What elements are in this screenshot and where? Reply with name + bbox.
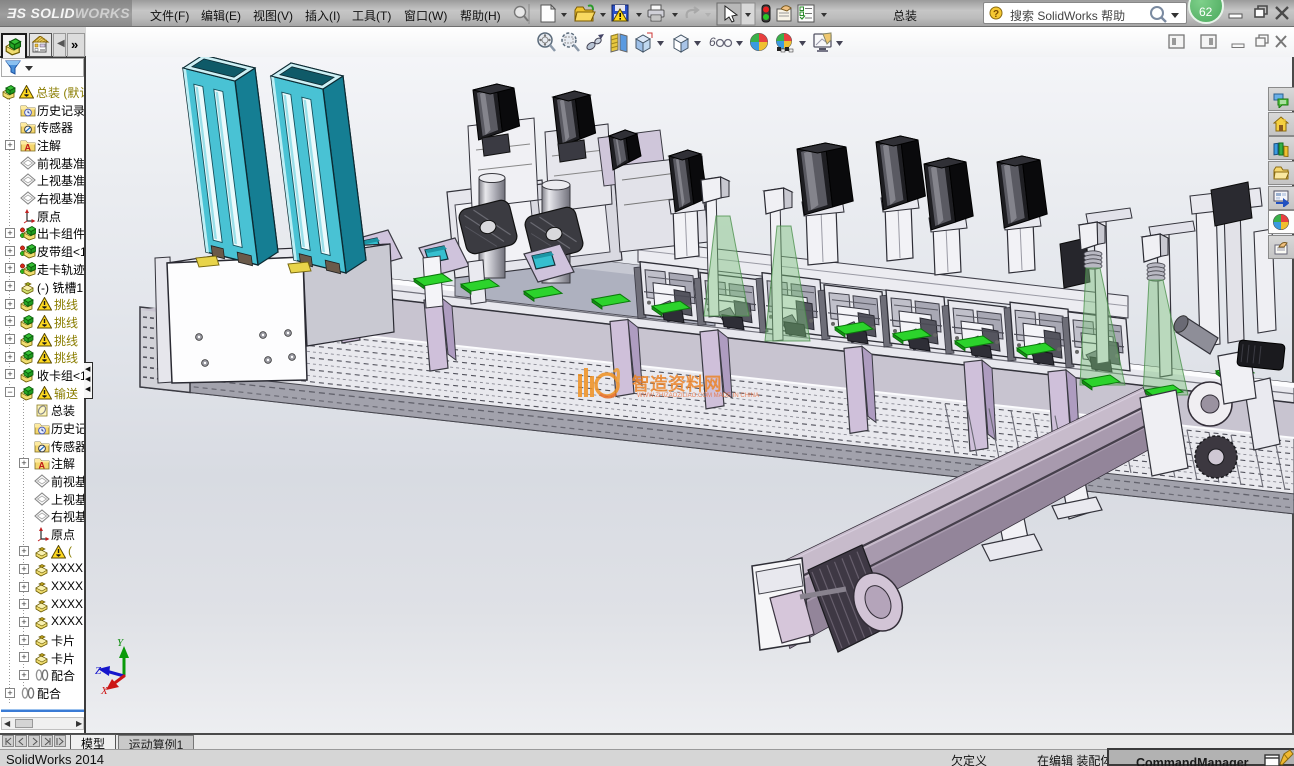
svg-text:智造资料网: 智造资料网: [632, 374, 722, 394]
svg-text:A: A: [25, 143, 32, 153]
svg-text:6: 6: [709, 35, 716, 49]
svg-text:A: A: [39, 461, 46, 471]
svg-text:?: ?: [993, 9, 999, 20]
svg-text:X: X: [100, 685, 109, 697]
svg-text:WWW.ZHIZAOZILIAO.COM MADE IN C: WWW.ZHIZAOZILIAO.COM MADE IN CHINA: [637, 393, 759, 399]
svg-text:Z: Z: [95, 665, 102, 677]
